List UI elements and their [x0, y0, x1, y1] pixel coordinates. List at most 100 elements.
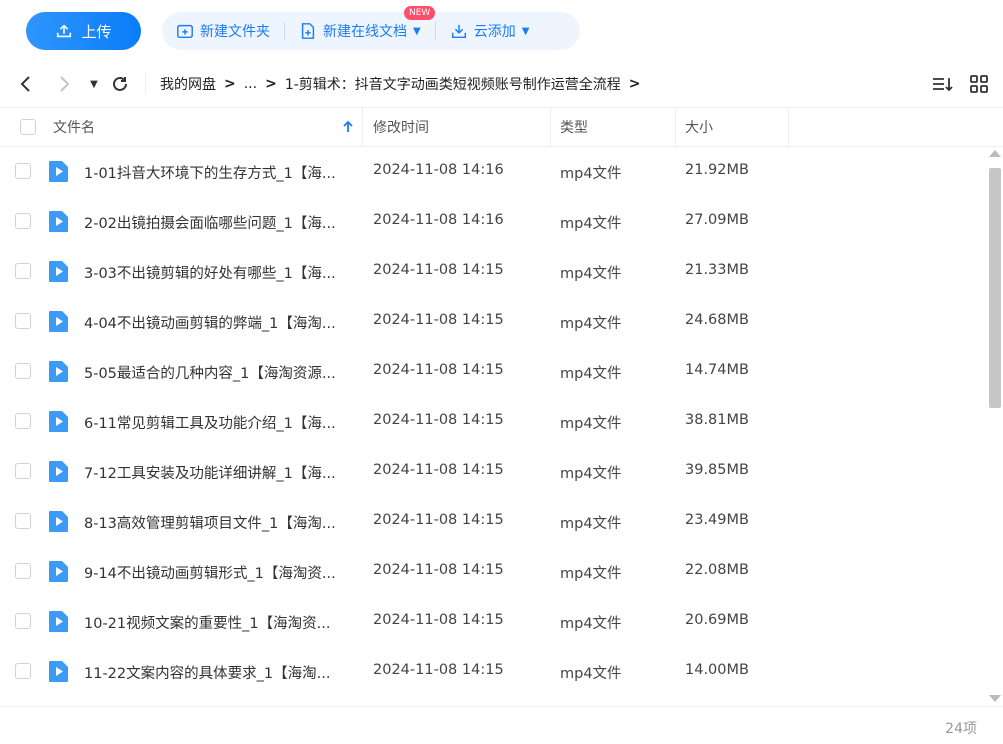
table-row[interactable]: 10-21视频文案的重要性_1【海淘资... 2024-11-08 14:15 … — [0, 597, 986, 647]
cloud-add-label: 云添加 — [473, 24, 516, 40]
file-type: mp4文件 — [560, 516, 622, 532]
breadcrumb-ellipsis[interactable]: ... — [244, 76, 257, 92]
file-mtime: 2024-11-08 14:15 — [373, 362, 504, 378]
file-name[interactable]: 10-21视频文案的重要性_1【海淘资... — [84, 612, 352, 633]
row-checkbox[interactable] — [15, 413, 31, 429]
history-dropdown-button[interactable]: ▼ — [82, 72, 106, 96]
download-tray-icon — [451, 24, 466, 39]
refresh-icon — [113, 76, 127, 91]
table-row[interactable]: 5-05最适合的几种内容_1【海淘资源... 2024-11-08 14:15 … — [0, 347, 986, 397]
column-divider[interactable] — [550, 108, 551, 146]
file-type: mp4文件 — [560, 316, 622, 332]
file-size: 39.85MB — [685, 462, 749, 478]
video-file-icon — [49, 361, 68, 382]
file-name[interactable]: 3-03不出镜剪辑的好处有哪些_1【海... — [84, 262, 352, 283]
table-row[interactable]: 3-03不出镜剪辑的好处有哪些_1【海... 2024-11-08 14:15 … — [0, 247, 986, 297]
file-type: mp4文件 — [560, 466, 622, 482]
video-file-icon — [49, 461, 68, 482]
scroll-up-arrow-icon[interactable] — [989, 150, 1001, 157]
file-type: mp4文件 — [560, 366, 622, 382]
file-name[interactable]: 11-22文案内容的具体要求_1【海淘... — [84, 662, 352, 683]
caret-down-icon: ▼ — [413, 25, 421, 37]
file-name[interactable]: 9-14不出镜动画剪辑形式_1【海淘资... — [84, 562, 352, 583]
table-row[interactable]: 2-02出镜拍摄会面临哪些问题_1【海... 2024-11-08 14:16 … — [0, 197, 986, 247]
new-folder-label: 新建文件夹 — [200, 24, 270, 40]
caret-down-icon: ▼ — [521, 25, 530, 37]
video-file-icon — [49, 211, 68, 232]
sort-ascending-icon[interactable] — [342, 108, 354, 146]
row-checkbox[interactable] — [15, 463, 31, 479]
grid-view-icon[interactable] — [969, 74, 989, 94]
scrollbar-thumb[interactable] — [989, 168, 1001, 408]
table-row[interactable]: 7-12工具安装及功能详细讲解_1【海... 2024-11-08 14:15 … — [0, 447, 986, 497]
table-row[interactable]: 6-11常见剪辑工具及功能介绍_1【海... 2024-11-08 14:15 … — [0, 397, 986, 447]
column-divider[interactable] — [675, 108, 676, 146]
row-checkbox[interactable] — [15, 563, 31, 579]
file-mtime: 2024-11-08 14:15 — [373, 462, 504, 478]
file-mtime: 2024-11-08 14:15 — [373, 612, 504, 628]
video-file-icon — [49, 311, 68, 332]
file-type: mp4文件 — [560, 166, 622, 182]
video-file-icon — [49, 261, 68, 282]
status-bar: 24项 — [0, 706, 1003, 744]
breadcrumb-root[interactable]: 我的网盘 — [160, 74, 216, 94]
row-checkbox[interactable] — [15, 613, 31, 629]
sort-list-icon[interactable] — [931, 74, 953, 94]
file-size: 14.00MB — [685, 662, 749, 678]
row-checkbox[interactable] — [15, 213, 31, 229]
file-name[interactable]: 8-13高效管理剪辑项目文件_1【海淘... — [84, 512, 352, 533]
vertical-scrollbar[interactable] — [989, 150, 1001, 702]
row-checkbox[interactable] — [15, 163, 31, 179]
refresh-button[interactable] — [108, 72, 132, 96]
column-header-size-label: 大小 — [685, 120, 713, 136]
breadcrumb-current[interactable]: 1-剪辑术：抖音文字动画类短视频账号制作运营全流程 — [285, 74, 621, 94]
file-size: 24.68MB — [685, 312, 749, 328]
column-divider[interactable] — [788, 108, 789, 146]
table-row[interactable]: 4-04不出镜动画剪辑的弊端_1【海淘... 2024-11-08 14:15 … — [0, 297, 986, 347]
upload-button[interactable]: 上传 — [26, 12, 141, 50]
column-header-type-label: 类型 — [560, 120, 588, 136]
file-name[interactable]: 5-05最适合的几种内容_1【海淘资源... — [84, 362, 352, 383]
file-name[interactable]: 6-11常见剪辑工具及功能介绍_1【海... — [84, 412, 352, 433]
file-name[interactable]: 1-01抖音大环境下的生存方式_1【海... — [84, 162, 352, 183]
file-type: mp4文件 — [560, 216, 622, 232]
row-checkbox[interactable] — [15, 663, 31, 679]
column-header-mtime-label: 修改时间 — [373, 120, 429, 136]
row-checkbox[interactable] — [15, 313, 31, 329]
table-row[interactable]: 8-13高效管理剪辑项目文件_1【海淘... 2024-11-08 14:15 … — [0, 497, 986, 547]
scroll-down-arrow-icon[interactable] — [989, 695, 1001, 702]
row-checkbox[interactable] — [15, 263, 31, 279]
column-header-size[interactable]: 大小 — [685, 108, 713, 146]
file-name[interactable]: 2-02出镜拍摄会面临哪些问题_1【海... — [84, 212, 352, 233]
file-size: 22.08MB — [685, 562, 749, 578]
row-checkbox[interactable] — [15, 363, 31, 379]
column-divider[interactable] — [362, 108, 363, 146]
file-size: 27.09MB — [685, 212, 749, 228]
chevron-right-icon — [60, 76, 70, 92]
select-all-checkbox[interactable] — [20, 108, 36, 146]
cloud-add-button[interactable]: 云添加 ▼ — [436, 12, 544, 50]
file-type: mp4文件 — [560, 416, 622, 432]
file-list: 1-01抖音大环境下的生存方式_1【海... 2024-11-08 14:16 … — [0, 147, 986, 697]
file-mtime: 2024-11-08 14:15 — [373, 662, 504, 678]
file-size: 38.81MB — [685, 412, 749, 428]
column-header-name[interactable]: 文件名 — [53, 108, 95, 146]
forward-button[interactable] — [52, 72, 76, 96]
back-button[interactable] — [14, 72, 38, 96]
action-group: 新建文件夹 新建在线文档 ▼ 云添加 ▼ — [162, 12, 580, 50]
new-folder-button[interactable]: 新建文件夹 — [162, 12, 284, 50]
column-header-type[interactable]: 类型 — [560, 108, 588, 146]
file-name[interactable]: 4-04不出镜动画剪辑的弊端_1【海淘... — [84, 312, 352, 333]
table-header: 文件名 修改时间 类型 大小 — [0, 107, 1003, 147]
column-header-mtime[interactable]: 修改时间 — [373, 108, 429, 146]
file-name[interactable]: 7-12工具安装及功能详细讲解_1【海... — [84, 462, 352, 483]
table-row[interactable]: 9-14不出镜动画剪辑形式_1【海淘资... 2024-11-08 14:15 … — [0, 547, 986, 597]
navigation-bar: ▼ 我的网盘 > ... > 1-剪辑术：抖音文字动画类短视频账号制作运营全流程… — [0, 62, 1003, 106]
table-row[interactable]: 11-22文案内容的具体要求_1【海淘... 2024-11-08 14:15 … — [0, 647, 986, 697]
table-row[interactable]: 1-01抖音大环境下的生存方式_1【海... 2024-11-08 14:16 … — [0, 147, 986, 197]
file-mtime: 2024-11-08 14:15 — [373, 312, 504, 328]
file-type: mp4文件 — [560, 566, 622, 582]
file-type: mp4文件 — [560, 616, 622, 632]
file-type: mp4文件 — [560, 666, 622, 682]
row-checkbox[interactable] — [15, 513, 31, 529]
